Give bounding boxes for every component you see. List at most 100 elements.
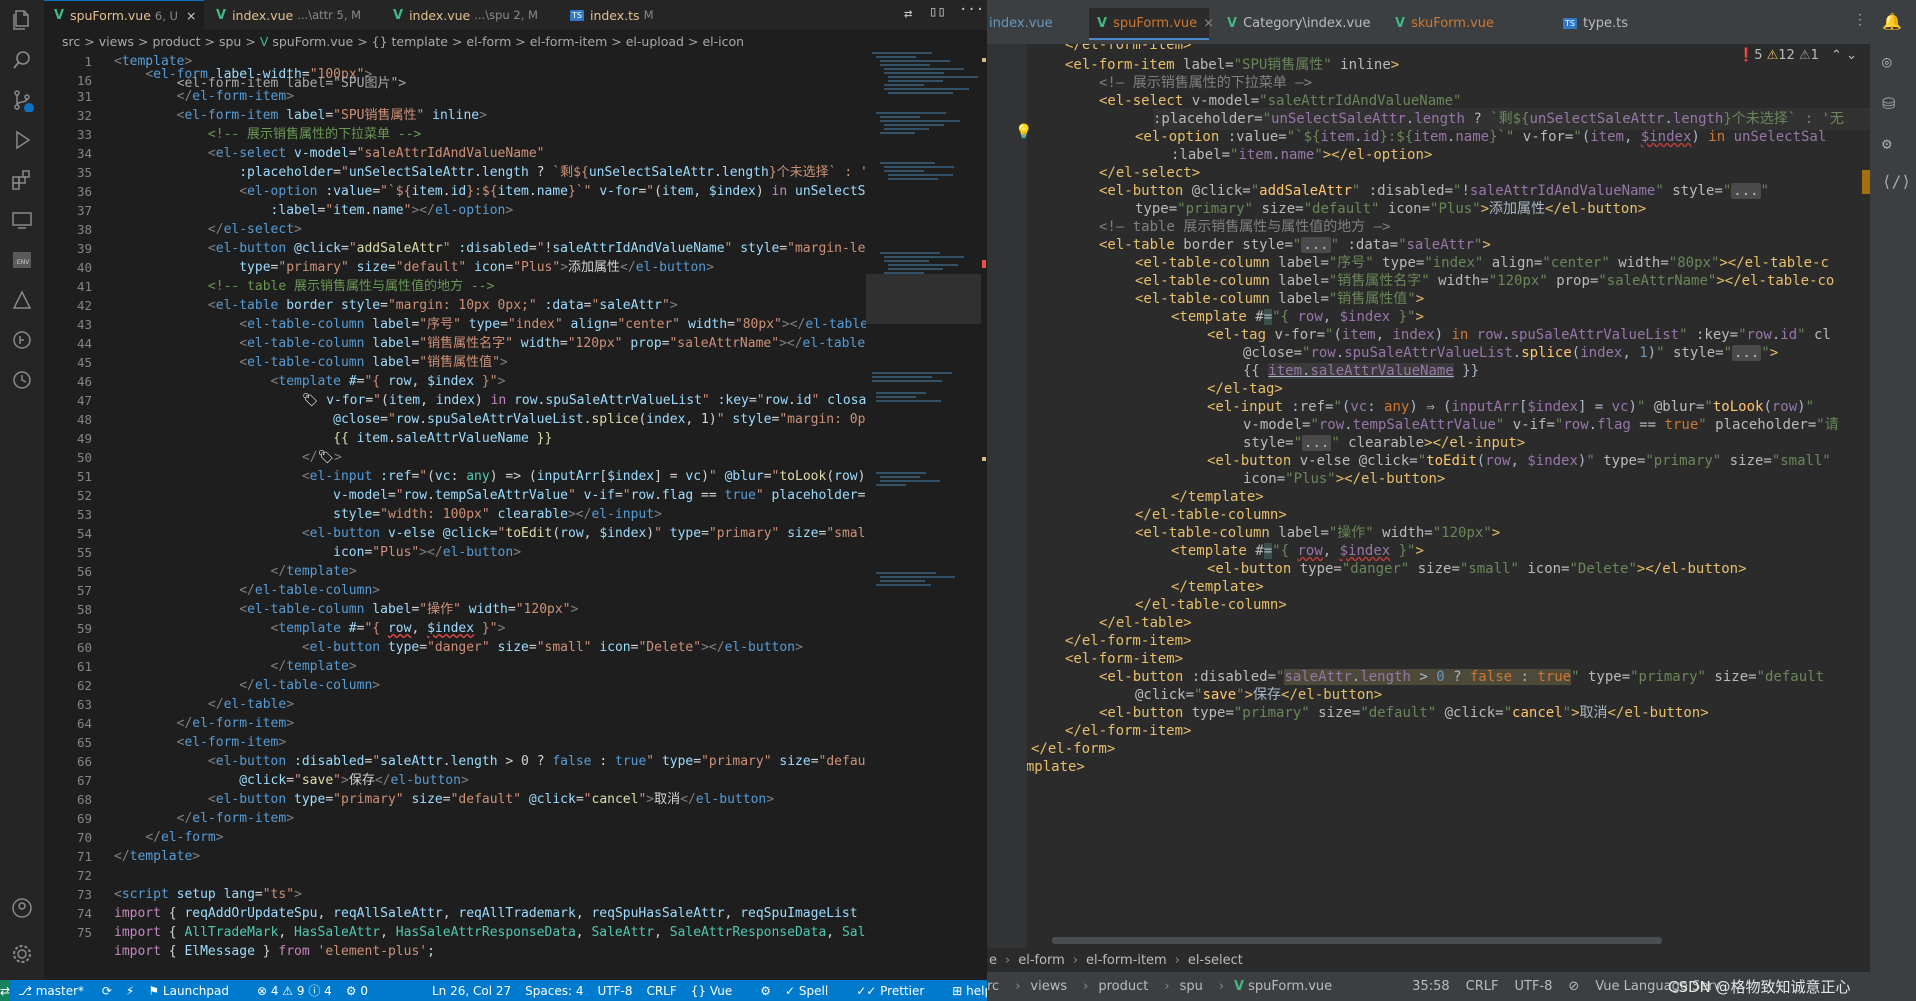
- tab-spuform-vue[interactable]: VspuForm.vue ×: [1089, 8, 1214, 40]
- timeline-icon[interactable]: [0, 360, 44, 400]
- code-line: <el-table border style="margin: 10px 0px…: [207, 298, 678, 313]
- encoding-indicator[interactable]: UTF-8: [1514, 979, 1552, 994]
- testing-icon[interactable]: [0, 280, 44, 320]
- prettier-indicator[interactable]: ✓✓ Prettier: [856, 984, 938, 998]
- tab-category-index[interactable]: V Category\index.vue: [1219, 8, 1387, 38]
- tab-index-spu[interactable]: Vindex.vue ...\spu 2, M: [383, 0, 558, 30]
- code-line: @click="save">保存</el-button>: [239, 773, 469, 788]
- env-icon[interactable]: .ENV: [0, 240, 44, 280]
- vue-file-icon: V: [216, 7, 227, 23]
- horizontal-scrollbar[interactable]: [1052, 937, 1662, 944]
- scroll-marker: [1862, 170, 1870, 194]
- code-line: icon="Plus"></el-button>: [333, 545, 522, 560]
- more-tabs-icon[interactable]: ⋮: [1853, 12, 1867, 28]
- encoding-indicator[interactable]: UTF-8: [597, 984, 632, 998]
- code-line: style="width: 100px" clearable></el-inpu…: [333, 507, 662, 522]
- remote-explorer-icon[interactable]: [0, 200, 44, 240]
- tab-spuform[interactable]: VspuForm.vue 6, U ×: [44, 0, 204, 30]
- code-line: {{ item.saleAttrValueName }}: [333, 431, 553, 446]
- editor-tab-bar: VspuForm.vue 6, U × Vindex.vue ...\attr 5, …: [44, 0, 987, 30]
- code-line: <el-button type="primary" size="default"…: [207, 792, 775, 807]
- remote-indicator-icon[interactable]: ⇄: [0, 980, 11, 1001]
- explorer-icon[interactable]: [0, 0, 44, 40]
- settings-gear-icon[interactable]: [0, 934, 44, 974]
- ts-file-icon: TS: [1563, 17, 1577, 29]
- close-icon[interactable]: ×: [186, 8, 196, 23]
- code-line: import { reqAddOrUpdateSpu, reqAllSaleAt…: [114, 906, 866, 921]
- launchpad-button[interactable]: ⚑ Launchpad: [148, 984, 243, 998]
- problems-indicator[interactable]: ⊗ 4 ⚠ 9 ⓘ 4: [257, 982, 332, 999]
- vue-file-icon: V: [393, 7, 404, 23]
- tab-index-vue[interactable]: index.vue: [987, 8, 1081, 38]
- vue-file-icon: V: [259, 33, 269, 49]
- code-line: </el-table-column>: [239, 678, 381, 693]
- readonly-lock-icon[interactable]: ⊘: [1568, 979, 1579, 994]
- code-line: <el-button type="danger" size="small" ic…: [301, 640, 803, 655]
- account-icon[interactable]: [0, 888, 44, 928]
- code-line: </el-table>: [207, 697, 295, 712]
- code-line: @close="row.spuSaleAttrValueList.splice(…: [333, 412, 866, 427]
- branch-indicator[interactable]: ⎇ master* ⟳: [18, 984, 112, 998]
- gitlens-icon[interactable]: [0, 320, 44, 360]
- close-icon[interactable]: ×: [1203, 16, 1214, 31]
- jetbrains-code-editor[interactable]: </el-form-item> <el-form-item label="SPU…: [1027, 44, 1870, 954]
- code-line: import { ElMessage } from 'element-plus'…: [114, 944, 435, 959]
- code-line: <template #="{ row, $index }">: [270, 621, 506, 636]
- database-icon[interactable]: ⛁: [1882, 94, 1895, 113]
- language-mode[interactable]: {} Vue: [691, 984, 746, 998]
- code-line: <el-button v-else @click="toEdit(row, $i…: [301, 526, 866, 541]
- line-number-gutter: 1 16 31 32 33 34 35 36 37 38 39 40 41 42…: [76, 54, 92, 940]
- cursor-position[interactable]: Ln 26, Col 27: [432, 984, 511, 998]
- code-editor[interactable]: <template> <el-form label-width="100px">…: [92, 52, 866, 980]
- vue-file-icon: V: [1227, 15, 1238, 31]
- tab-index-attr[interactable]: Vindex.vue ...\attr 5, M: [206, 0, 381, 30]
- tab-index-ts[interactable]: TS index.ts M: [560, 0, 685, 30]
- notifications-bell-icon[interactable]: 🔔: [1882, 12, 1902, 31]
- vue-file-icon: V: [1234, 979, 1245, 994]
- code-line: <!-- table 展示销售属性与属性值的地方 -->: [207, 279, 495, 294]
- ai-assistant-icon[interactable]: ◎: [1882, 52, 1892, 71]
- compare-changes-icon[interactable]: ⇄: [904, 6, 912, 22]
- code-line: <el-table-column label="销售属性值">: [239, 355, 508, 370]
- ports-indicator[interactable]: ⚙ 0: [346, 984, 368, 998]
- breadcrumb: src > views > product > spu > V spuForm.…: [62, 33, 745, 49]
- code-line: icon="Plus"></el-button>: [1243, 471, 1446, 487]
- eol-indicator[interactable]: CRLF: [646, 984, 676, 998]
- code-line: <el-form-item label="SPU销售属性" inline>: [176, 108, 487, 123]
- code-with-me-icon[interactable]: ⟨/⟩: [1882, 172, 1911, 191]
- code-line: </el-form>: [145, 830, 224, 845]
- code-line: <el-input :ref="(vc: any) => (inputArr[$…: [301, 469, 866, 484]
- vscode-status-bar: ⇄ ⎇ master* ⟳ ⚡ ⚑ Launchpad ⊗ 4 ⚠ 9 ⓘ 4 …: [0, 980, 1047, 1001]
- code-line: </template>: [270, 564, 357, 579]
- liveshare-icon[interactable]: ⚡: [126, 984, 134, 998]
- csdn-watermark: CSDN @格物致知诚意正心: [1668, 978, 1851, 996]
- code-line: <template #="{ row, $index }">: [270, 374, 506, 389]
- extensions-icon[interactable]: [0, 160, 44, 200]
- search-icon[interactable]: [0, 40, 44, 80]
- source-control-icon[interactable]: [0, 80, 44, 120]
- vue-file-icon: V: [1395, 15, 1406, 31]
- gradle-icon[interactable]: ⚙: [1882, 134, 1892, 153]
- code-line: </el-form-item>: [176, 716, 295, 731]
- more-actions-icon[interactable]: ···: [959, 2, 984, 18]
- spell-checker[interactable]: ✓ Spell: [785, 984, 842, 998]
- copilot-icon[interactable]: ⚙: [760, 984, 771, 998]
- code-line: <el-table-column label="序号" type="index"…: [239, 317, 866, 332]
- activity-bar: .ENV: [0, 0, 44, 980]
- code-line: </🏷>: [301, 450, 342, 465]
- minimap[interactable]: [866, 52, 981, 980]
- eol-indicator[interactable]: CRLF: [1466, 979, 1499, 994]
- svg-text:.ENV: .ENV: [15, 259, 30, 266]
- run-debug-icon[interactable]: [0, 120, 44, 160]
- code-line: <el-option :value="`${item.id}:${item.na…: [239, 184, 866, 199]
- code-line: <script setup lang="ts">: [114, 887, 302, 902]
- cursor-position[interactable]: 35:58: [1412, 979, 1449, 994]
- indentation-indicator[interactable]: Spaces: 4: [525, 984, 583, 998]
- code-line: </el-select>: [207, 222, 302, 237]
- code-line: <!-- 展示销售属性的下拉菜单 -->: [207, 127, 422, 142]
- split-editor-icon[interactable]: ▯▯: [929, 4, 946, 20]
- code-line: template>: [1027, 759, 1085, 775]
- tab-type-ts[interactable]: TS type.ts: [1555, 8, 1663, 38]
- tab-skuform[interactable]: VskuForm.vue: [1387, 8, 1525, 38]
- code-line: <el-button type="danger" size="small" ic…: [1207, 561, 1747, 577]
